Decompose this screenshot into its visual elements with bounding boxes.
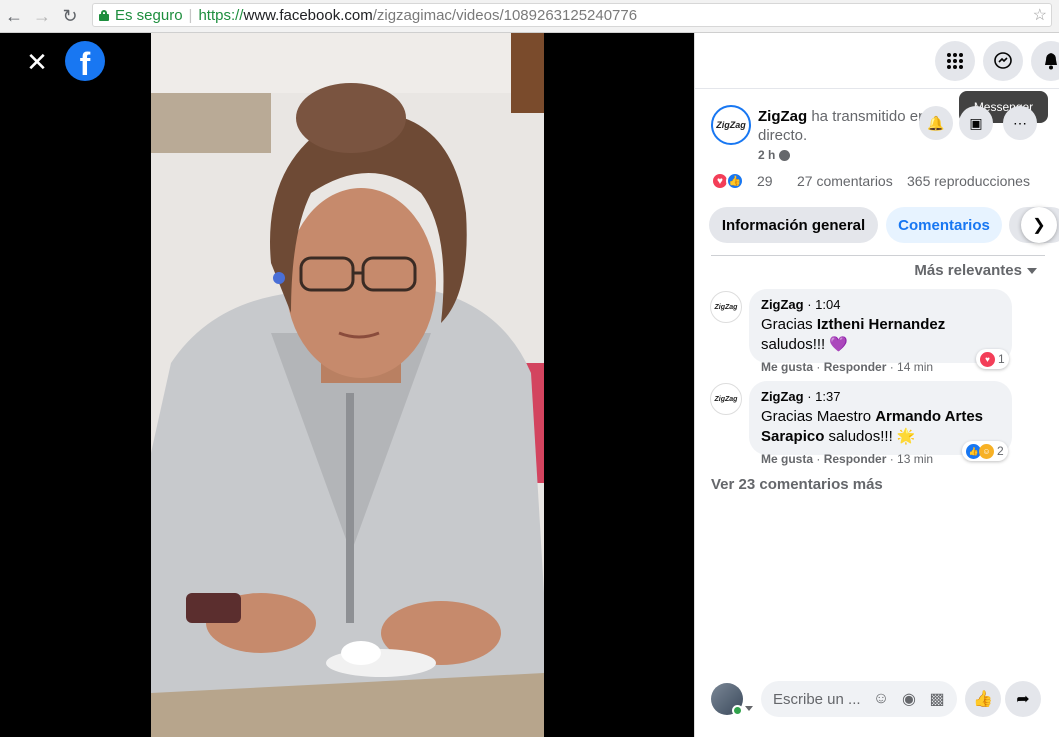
post-time-text: 2 h	[758, 148, 776, 162]
url-path: /zigzagimac/videos/1089263125240776	[372, 6, 638, 24]
video-frame[interactable]	[151, 33, 544, 737]
view-more-comments-link[interactable]: Ver 23 comentarios más	[711, 476, 883, 493]
like-link[interactable]: Me gusta	[761, 360, 813, 374]
page-avatar[interactable]: ZigZag	[711, 105, 751, 145]
thumbs-up-icon[interactable]: 👍	[965, 681, 1001, 717]
comment-input-placeholder: Escribe un ...	[773, 690, 861, 708]
camera-icon[interactable]: ◉	[899, 689, 919, 709]
chevron-right-icon[interactable]: ❯	[1021, 207, 1057, 243]
bell-icon[interactable]	[1031, 41, 1059, 81]
comment-author[interactable]: ZigZag	[761, 297, 804, 312]
lock-icon	[99, 9, 109, 21]
comment-count[interactable]: 27 comentarios	[797, 173, 893, 189]
chevron-down-icon[interactable]	[745, 706, 753, 711]
reactions-summary: ♥ 👍 29 27 comentarios 365 reproducciones	[711, 171, 1046, 191]
post-description: ZigZag ha transmitido en directo.	[758, 107, 928, 145]
comment-text-pre: Gracias Maestro	[761, 408, 876, 425]
commenter-avatar[interactable]: ZigZag	[710, 383, 742, 415]
comment-timestamp[interactable]: 1:04	[815, 297, 840, 312]
top-icon-bar	[695, 33, 1059, 89]
comment-mention[interactable]: Iztheni Hernandez	[817, 316, 945, 333]
comment-author[interactable]: ZigZag	[761, 389, 804, 404]
comment-sort-dropdown[interactable]: Más relevantes	[914, 262, 1037, 279]
tab-general-info[interactable]: Información general	[709, 207, 878, 243]
share-icon[interactable]: ➦	[1005, 681, 1041, 717]
close-icon[interactable]: ✕	[24, 49, 50, 75]
comment-composer: Escribe un ... ☺ ◉ ▩ 👍 ➦	[695, 673, 1059, 725]
globe-icon	[779, 149, 791, 161]
bell-subscribe-icon[interactable]: 🔔	[919, 106, 953, 140]
browser-toolbar: ← → ↻ Es seguro | https://www.facebook.c…	[0, 0, 1059, 33]
video-still-image	[151, 33, 544, 737]
comment-text-pre: Gracias	[761, 316, 817, 333]
secure-label: Es seguro	[115, 6, 183, 24]
save-icon[interactable]: ▣	[959, 106, 993, 140]
reply-link[interactable]: Responder	[824, 452, 887, 466]
emoji-icon[interactable]: ☺	[871, 689, 891, 709]
url-host: www.facebook.com	[243, 6, 373, 24]
comment-age[interactable]: 14 min	[897, 360, 933, 374]
comment-text: Gracias Maestro Armando Artes Sarapico s…	[761, 407, 1000, 447]
caret-down-icon	[1027, 267, 1037, 274]
love-reaction-icon: ♥	[980, 351, 995, 367]
tab-comments[interactable]: Comentarios	[886, 207, 1002, 243]
view-count: 365 reproducciones	[907, 173, 1030, 189]
more-options-icon[interactable]: ⋯	[1003, 106, 1037, 140]
comment-reactions[interactable]: ♥ 1	[976, 349, 1009, 369]
comment-text-post: saludos!!! 🌟	[824, 428, 916, 445]
commenter-avatar[interactable]: ZigZag	[710, 291, 742, 323]
like-link[interactable]: Me gusta	[761, 452, 813, 466]
address-bar[interactable]: Es seguro | https://www.facebook.com/zig…	[92, 3, 1052, 27]
like-reaction-icon: 👍	[726, 172, 744, 190]
url-scheme: https://	[198, 6, 244, 24]
comment-reactions[interactable]: 👍 ☺ 2	[962, 441, 1008, 461]
post-time[interactable]: 2 h	[758, 148, 791, 162]
comment-actions: Me gusta · Responder · 14 min	[761, 360, 934, 374]
comment-text-post: saludos!!! 💜	[761, 336, 849, 353]
online-status-dot	[732, 705, 743, 716]
reaction-count[interactable]: 29	[757, 173, 773, 189]
comment-actions: Me gusta · Responder · 13 min	[761, 452, 934, 466]
forward-arrow-icon[interactable]: →	[28, 2, 56, 30]
grid-menu-icon[interactable]	[935, 41, 975, 81]
bookmark-star-icon[interactable]: ☆	[1033, 5, 1047, 25]
sticker-icon[interactable]: ▩	[927, 689, 947, 709]
url-separator: |	[188, 6, 193, 24]
care-reaction-icon: ☺	[979, 443, 994, 459]
comment-reaction-count: 2	[997, 444, 1004, 458]
post-side-panel: Messenger ZigZag ZigZag ha transmitido e…	[694, 33, 1059, 737]
comment-reaction-count: 1	[998, 352, 1005, 366]
facebook-logo[interactable]: f	[65, 41, 105, 81]
reload-icon[interactable]: ↻	[56, 2, 84, 30]
sort-label: Más relevantes	[914, 262, 1022, 279]
comment-text: Gracias Iztheni Hernandez saludos!!! 💜	[761, 315, 1000, 355]
messenger-icon[interactable]	[983, 41, 1023, 81]
divider	[711, 255, 1045, 256]
reply-link[interactable]: Responder	[824, 360, 887, 374]
comment-age[interactable]: 13 min	[897, 452, 933, 466]
comment-bubble: ZigZag · 1:04 Gracias Iztheni Hernandez …	[749, 289, 1012, 363]
post-author[interactable]: ZigZag	[758, 108, 807, 125]
comment-input[interactable]: Escribe un ... ☺ ◉ ▩	[761, 681, 957, 717]
back-arrow-icon[interactable]: ←	[0, 2, 28, 30]
comment-timestamp[interactable]: 1:37	[815, 389, 840, 404]
video-viewer[interactable]: ✕ f	[0, 33, 694, 737]
